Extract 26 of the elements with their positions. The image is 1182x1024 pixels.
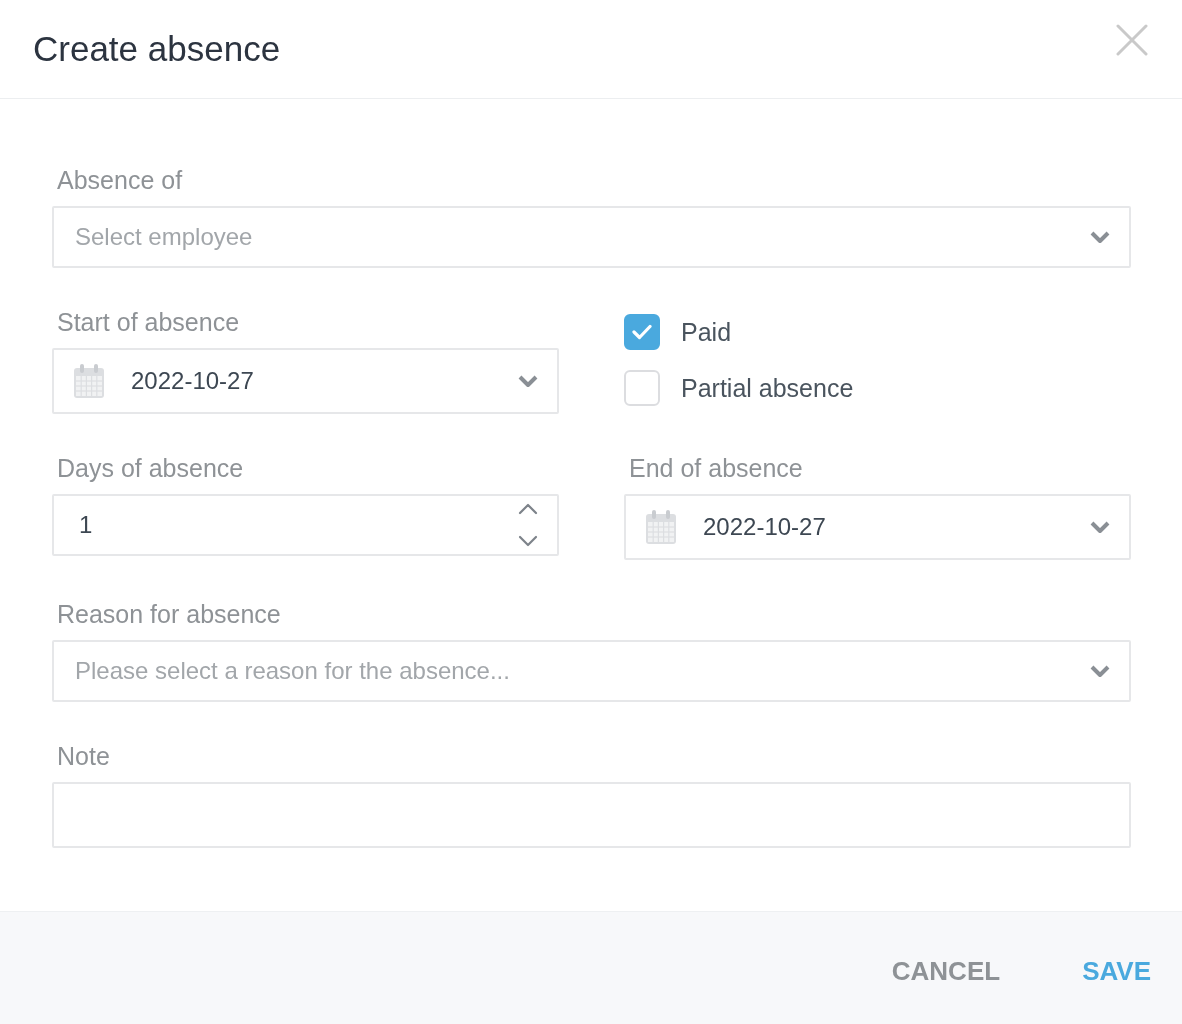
chevron-down-icon[interactable] <box>518 535 538 547</box>
number-field[interactable]: 1 <box>52 494 559 556</box>
close-icon[interactable] <box>1116 24 1148 56</box>
calendar-icon <box>645 509 677 545</box>
field-label: Reason for absence <box>56 599 282 629</box>
select-field[interactable]: Please select a reason for the absence... <box>52 640 1131 702</box>
calendar-icon <box>73 363 105 399</box>
field-label: Absence of <box>56 165 184 195</box>
checkbox-label[interactable]: Partial absence <box>681 373 854 403</box>
chevron-down-icon[interactable] <box>517 374 539 388</box>
checkbox[interactable] <box>624 314 660 350</box>
dialog-title: Create absence <box>33 28 281 70</box>
chevron-down-icon[interactable] <box>1089 664 1111 678</box>
field-label: Note <box>56 741 111 771</box>
date-field[interactable]: 2022-10-27 <box>624 494 1131 560</box>
date-field[interactable]: 2022-10-27 <box>52 348 559 414</box>
field-label: Days of absence <box>56 453 245 483</box>
checkbox-label[interactable]: Paid <box>681 317 732 347</box>
text-field[interactable] <box>52 782 1131 848</box>
select-field[interactable]: Select employee <box>52 206 1131 268</box>
chevron-up-icon[interactable] <box>518 503 538 515</box>
field-label: Start of absence <box>56 307 241 337</box>
check-icon <box>632 324 652 340</box>
chevron-down-icon[interactable] <box>1089 520 1111 534</box>
field-label: End of absence <box>628 453 804 483</box>
chevron-down-icon[interactable] <box>1089 230 1111 244</box>
